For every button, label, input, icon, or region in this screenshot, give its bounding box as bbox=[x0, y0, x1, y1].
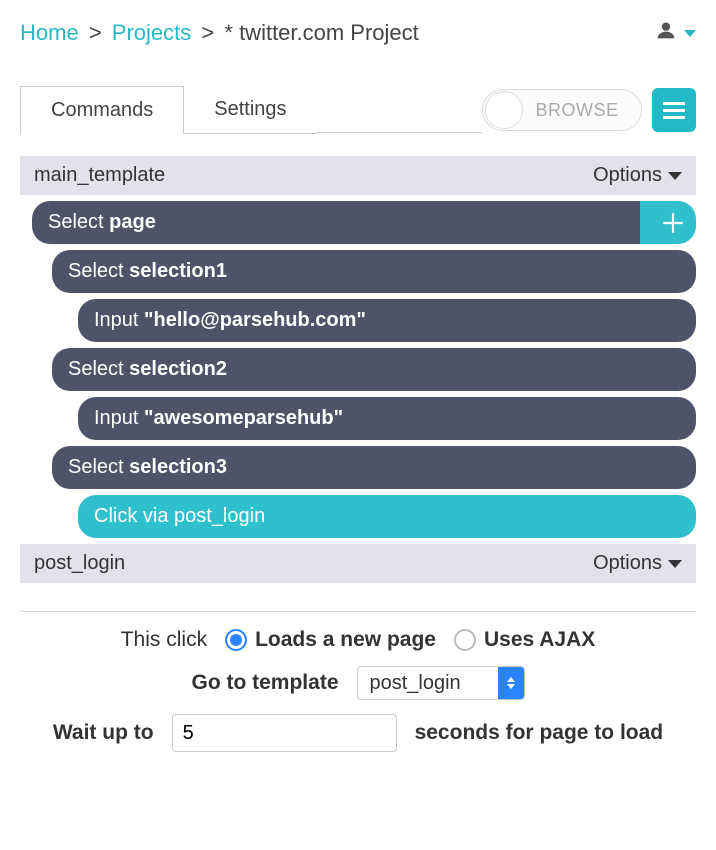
tab-commands[interactable]: Commands bbox=[20, 86, 184, 134]
caret-down-icon bbox=[668, 172, 682, 180]
template-select-value: post_login bbox=[358, 667, 498, 699]
wait-seconds-input[interactable] bbox=[172, 714, 397, 752]
template-header-post-login: post_login Options bbox=[20, 544, 696, 583]
caret-down-icon bbox=[668, 560, 682, 568]
tabs-spacer bbox=[317, 88, 482, 133]
template-name: post_login bbox=[34, 552, 125, 575]
wait-suffix: seconds for page to load bbox=[415, 721, 664, 745]
template-select[interactable]: post_login bbox=[357, 666, 525, 700]
options-trigger[interactable]: Options bbox=[593, 164, 682, 187]
command-select-selection1[interactable]: Select selection1 bbox=[52, 250, 696, 293]
radio-icon bbox=[454, 629, 476, 651]
config-wait: Wait up to seconds for page to load bbox=[20, 714, 696, 752]
go-to-template-label: Go to template bbox=[191, 671, 338, 695]
config-this-click: This click Loads a new page Uses AJAX bbox=[20, 628, 696, 652]
user-icon bbox=[656, 20, 676, 46]
tabs-row: Commands Settings BROWSE bbox=[20, 86, 696, 134]
breadcrumb-current: * twitter.com Project bbox=[224, 20, 418, 45]
tab-settings[interactable]: Settings bbox=[184, 86, 316, 134]
radio-loads-new-page[interactable]: Loads a new page bbox=[225, 628, 436, 652]
options-trigger[interactable]: Options bbox=[593, 552, 682, 575]
command-input-email[interactable]: Input "hello@parsehub.com" bbox=[78, 299, 696, 342]
template-header-main: main_template Options bbox=[20, 156, 696, 195]
breadcrumb-sep-1: > bbox=[89, 20, 102, 45]
divider bbox=[20, 611, 696, 612]
template-name: main_template bbox=[34, 164, 165, 187]
plus-icon bbox=[660, 210, 686, 236]
browse-toggle[interactable]: BROWSE bbox=[482, 89, 642, 131]
command-select-selection3[interactable]: Select selection3 bbox=[52, 446, 696, 489]
wait-label: Wait up to bbox=[53, 721, 154, 745]
hamburger-menu-button[interactable] bbox=[652, 88, 696, 132]
this-click-label: This click bbox=[121, 628, 207, 652]
hamburger-icon bbox=[663, 102, 685, 105]
breadcrumb-sep-2: > bbox=[201, 20, 214, 45]
add-command-button[interactable] bbox=[640, 201, 696, 244]
command-input-password[interactable]: Input "awesomeparsehub" bbox=[78, 397, 696, 440]
caret-down-icon bbox=[684, 30, 696, 37]
breadcrumb-home[interactable]: Home bbox=[20, 20, 79, 45]
command-select-selection2[interactable]: Select selection2 bbox=[52, 348, 696, 391]
options-label: Options bbox=[593, 164, 662, 187]
options-label: Options bbox=[593, 552, 662, 575]
radio-icon bbox=[225, 629, 247, 651]
command-click-post-login[interactable]: Click via post_login bbox=[78, 495, 696, 538]
browse-label: BROWSE bbox=[523, 100, 639, 121]
select-stepper-icon bbox=[498, 667, 524, 699]
config-go-to-template: Go to template post_login bbox=[20, 666, 696, 700]
breadcrumb-projects[interactable]: Projects bbox=[112, 20, 191, 45]
header: Home > Projects > * twitter.com Project bbox=[20, 20, 696, 46]
breadcrumb: Home > Projects > * twitter.com Project bbox=[20, 20, 419, 46]
user-menu[interactable] bbox=[656, 20, 696, 46]
command-select-page[interactable]: Select page bbox=[32, 201, 658, 244]
command-select-page-row: Select page bbox=[20, 201, 696, 244]
toggle-knob bbox=[485, 91, 523, 129]
radio-uses-ajax[interactable]: Uses AJAX bbox=[454, 628, 595, 652]
